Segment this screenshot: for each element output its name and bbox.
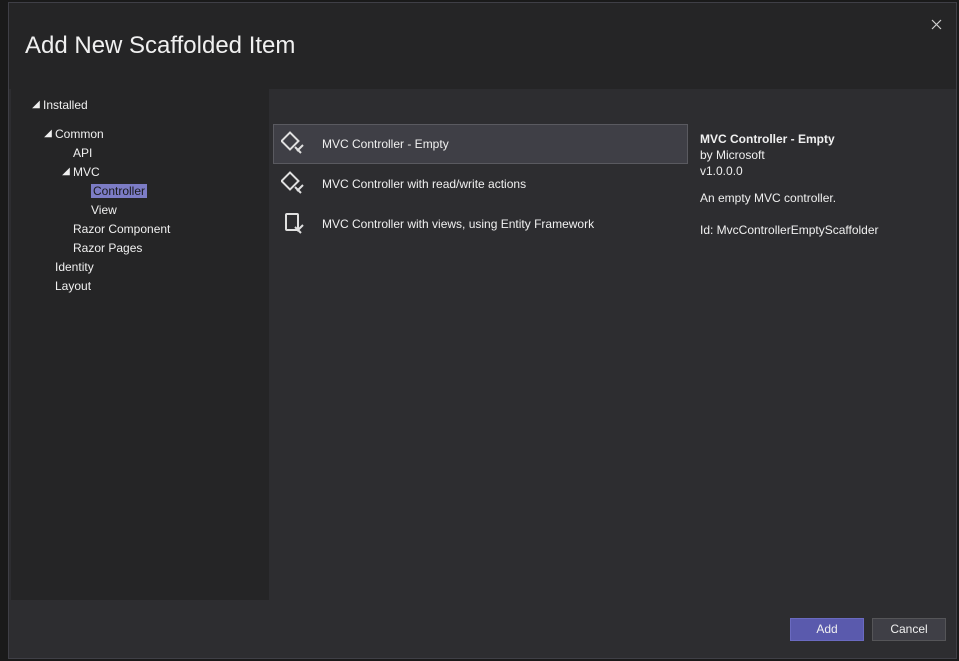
tree-label: Razor Component: [73, 222, 170, 236]
close-icon: [931, 17, 942, 33]
tree-item-controller[interactable]: Controller: [11, 181, 269, 200]
list-item-mvc-controller-rw[interactable]: MVC Controller with read/write actions: [273, 164, 688, 204]
category-tree: ◢ Installed ◢ Common API ◢ MVC Controlle…: [11, 89, 269, 600]
tree-label: View: [91, 203, 117, 217]
scaffold-dialog: Add New Scaffolded Item ◢ Installed ◢ Co…: [8, 2, 957, 659]
tree-item-identity[interactable]: Identity: [11, 257, 269, 276]
tree-item-installed[interactable]: ◢ Installed: [11, 95, 269, 114]
tree-item-common[interactable]: ◢ Common: [11, 124, 269, 143]
tree-item-view[interactable]: View: [11, 200, 269, 219]
detail-title: MVC Controller - Empty: [700, 131, 942, 147]
list-item-mvc-controller-ef[interactable]: MVC Controller with views, using Entity …: [273, 204, 688, 244]
controller-icon: [280, 170, 308, 198]
dialog-body: ◢ Installed ◢ Common API ◢ MVC Controlle…: [9, 89, 956, 600]
detail-id: Id: MvcControllerEmptyScaffolder: [700, 222, 942, 238]
detail-version: v1.0.0.0: [700, 163, 942, 179]
list-item-label: MVC Controller with read/write actions: [322, 177, 526, 191]
tree-label: Layout: [55, 279, 91, 293]
list-item-mvc-controller-empty[interactable]: MVC Controller - Empty: [273, 124, 688, 164]
details-panel: MVC Controller - Empty by Microsoft v1.0…: [692, 89, 954, 600]
tree-label: Installed: [43, 98, 88, 112]
tree-label: Controller: [91, 184, 147, 198]
chevron-down-icon: ◢: [29, 99, 43, 110]
dialog-footer: Add Cancel: [9, 600, 956, 658]
tree-item-mvc[interactable]: ◢ MVC: [11, 162, 269, 181]
chevron-down-icon: ◢: [59, 166, 73, 177]
tree-item-api[interactable]: API: [11, 143, 269, 162]
list-item-label: MVC Controller - Empty: [322, 137, 449, 151]
detail-description: An empty MVC controller.: [700, 190, 942, 206]
button-label: Add: [816, 622, 837, 636]
controller-ef-icon: [280, 210, 308, 238]
detail-author: by Microsoft: [700, 147, 942, 163]
chevron-down-icon: ◢: [41, 128, 55, 139]
cancel-button[interactable]: Cancel: [872, 618, 946, 641]
tree-label: Razor Pages: [73, 241, 142, 255]
tree-item-razor-pages[interactable]: Razor Pages: [11, 238, 269, 257]
add-button[interactable]: Add: [790, 618, 864, 641]
tree-label: API: [73, 146, 92, 160]
button-label: Cancel: [890, 622, 927, 636]
tree-label: Common: [55, 127, 104, 141]
controller-icon: [280, 130, 308, 158]
tree-label: MVC: [73, 165, 100, 179]
template-list: MVC Controller - Empty MVC Controller wi…: [271, 89, 690, 600]
tree-item-layout[interactable]: Layout: [11, 276, 269, 295]
list-item-label: MVC Controller with views, using Entity …: [322, 217, 594, 231]
close-button[interactable]: [924, 13, 948, 37]
dialog-header: Add New Scaffolded Item: [9, 3, 956, 89]
dialog-title: Add New Scaffolded Item: [25, 32, 295, 60]
tree-label: Identity: [55, 260, 94, 274]
tree-item-razor-component[interactable]: Razor Component: [11, 219, 269, 238]
